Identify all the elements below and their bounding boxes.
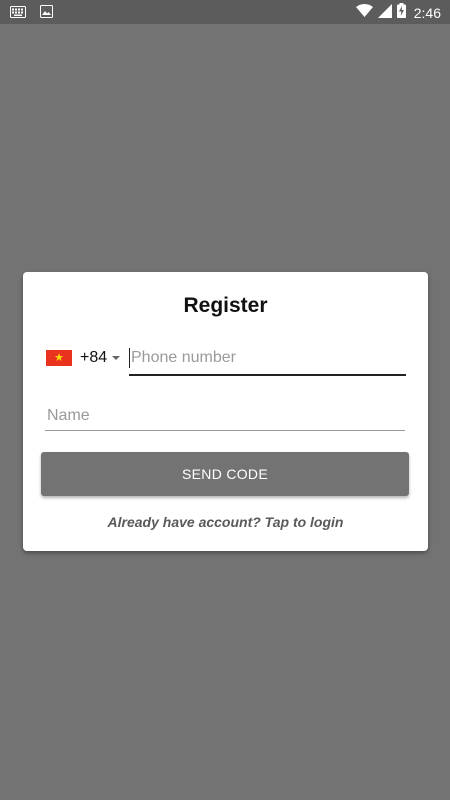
dialog-title: Register [183,294,268,317]
send-code-button[interactable]: SEND CODE [41,452,409,496]
image-icon [40,5,53,23]
wifi-icon [355,3,373,23]
chevron-down-icon [112,356,121,360]
dial-code: +84 [80,349,108,366]
country-code-picker[interactable]: ★ +84 [46,346,121,370]
status-bar-notifications [10,5,53,23]
phone-row: ★ +84 [46,344,408,376]
keyboard-icon [10,5,26,23]
login-link[interactable]: Already have account? Tap to login [23,514,428,530]
battery-charging-icon [396,3,406,23]
name-input-container [45,402,407,431]
text-cursor [129,348,130,368]
phone-number-input[interactable] [129,344,408,372]
status-bar-system: 2:46 [355,3,441,23]
vietnam-flag-icon: ★ [46,350,72,366]
clock-time: 2:46 [413,5,441,21]
phone-input-container [129,344,408,376]
name-input[interactable] [45,402,407,430]
signal-icon [377,3,392,23]
status-bar: 2:46 [0,0,450,24]
register-dialog: Register ★ +84 SEND CODE Already have ac… [23,272,428,551]
